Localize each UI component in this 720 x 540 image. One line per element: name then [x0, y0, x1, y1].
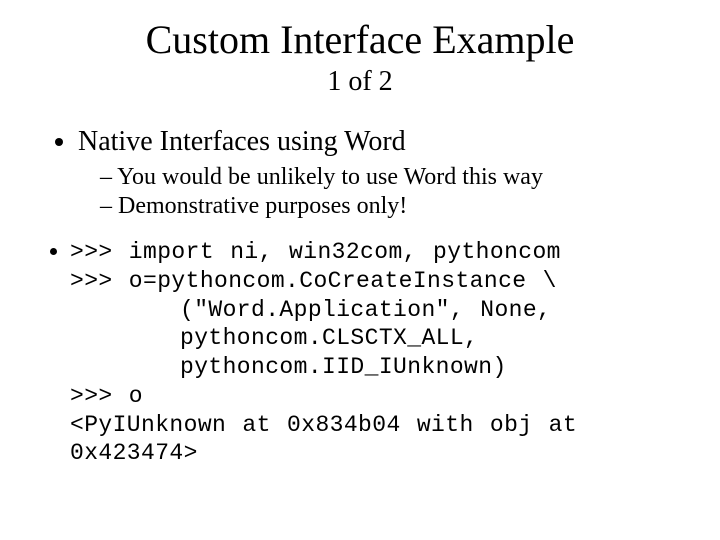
- slide: Custom Interface Example 1 of 2 Native I…: [0, 0, 720, 540]
- code-line: >>> import ni, win32com, pythoncom: [70, 239, 561, 265]
- code-line: >>> o=pythoncom.CoCreateInstance \: [70, 268, 557, 294]
- bullet-text: Native Interfaces using Word: [78, 126, 406, 157]
- sub-list: You would be unlikely to use Word this w…: [78, 164, 670, 220]
- bullet-list: Native Interfaces using Word You would b…: [50, 126, 670, 220]
- code-line: ("Word.Application", None,: [70, 296, 670, 325]
- slide-subtitle: 1 of 2: [50, 66, 670, 98]
- code-line: pythoncom.CLSCTX_ALL,: [70, 324, 670, 353]
- code-line: pythoncom.IID_IUnknown): [70, 353, 670, 382]
- slide-title: Custom Interface Example: [50, 18, 670, 62]
- code-bullet-list: >>> import ni, win32com, pythoncom >>> o…: [50, 238, 670, 468]
- code-line: >>> o: [70, 383, 143, 409]
- code-block: >>> import ni, win32com, pythoncom >>> o…: [70, 238, 670, 468]
- sub-bullet-item: Demonstrative purposes only!: [100, 193, 670, 220]
- code-bullet-item: >>> import ni, win32com, pythoncom >>> o…: [70, 238, 670, 468]
- sub-bullet-item: You would be unlikely to use Word this w…: [100, 164, 670, 191]
- bullet-item: Native Interfaces using Word You would b…: [78, 126, 670, 220]
- code-line: <PyIUnknown at 0x834b04 with obj at 0x42…: [70, 412, 593, 467]
